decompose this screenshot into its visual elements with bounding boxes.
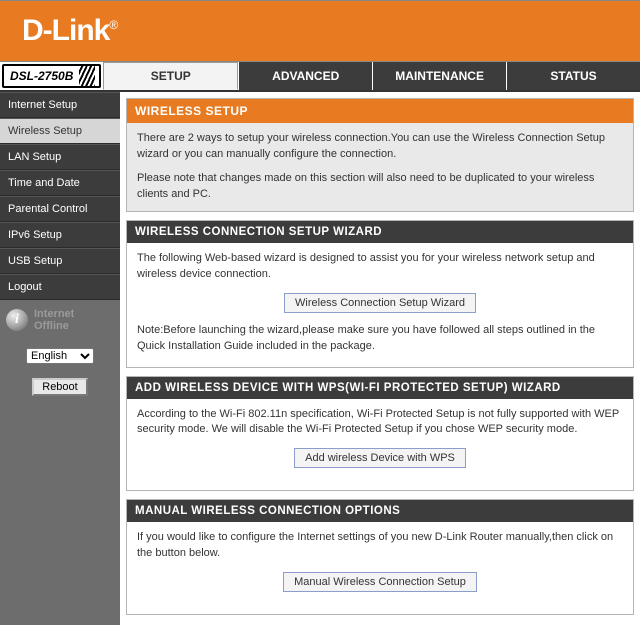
section-wizard: WIRELESS CONNECTION SETUP WIZARD The fol… [126, 220, 634, 368]
top-bar: DSL-2750B SETUP ADVANCED MAINTENANCE STA… [0, 62, 640, 92]
sidebar-item-usb[interactable]: USB Setup [0, 248, 120, 274]
internet-status: i Internet Offline [0, 300, 120, 340]
section-manual-title: MANUAL WIRELESS CONNECTION OPTIONS [127, 500, 633, 522]
section-manual-body: If you would like to configure the Inter… [127, 522, 633, 614]
section-wps-body: According to the Wi-Fi 802.11n specifica… [127, 399, 633, 491]
status-line1: Internet [34, 308, 74, 320]
tab-status[interactable]: STATUS [506, 62, 640, 90]
intro-p2: Please note that changes made on this se… [137, 171, 623, 203]
sidebar-item-logout[interactable]: Logout [0, 274, 120, 300]
intro-p1: There are 2 ways to setup your wireless … [137, 131, 623, 163]
intro-body: There are 2 ways to setup your wireless … [127, 123, 633, 211]
wps-btn-row: Add wireless Device with WPS [137, 448, 623, 468]
section-manual: MANUAL WIRELESS CONNECTION OPTIONS If yo… [126, 499, 634, 615]
tab-maintenance[interactable]: MAINTENANCE [372, 62, 506, 90]
sidebar-item-internet[interactable]: Internet Setup [0, 92, 120, 118]
intro-title: WIRELESS SETUP [127, 99, 633, 123]
wizard-p1: The following Web-based wizard is design… [137, 251, 623, 283]
model-badge: DSL-2750B [2, 64, 101, 88]
section-wizard-body: The following Web-based wizard is design… [127, 243, 633, 367]
manual-p1: If you would like to configure the Inter… [137, 530, 623, 562]
language-select[interactable]: English [26, 348, 94, 364]
banner: D-Link® [0, 0, 640, 62]
status-text: Internet Offline [34, 308, 74, 332]
wireless-wizard-button[interactable]: Wireless Connection Setup Wizard [284, 293, 476, 313]
section-wps: ADD WIRELESS DEVICE WITH WPS(WI-FI PROTE… [126, 376, 634, 492]
wps-p1: According to the Wi-Fi 802.11n specifica… [137, 407, 623, 439]
top-tabs: SETUP ADVANCED MAINTENANCE STATUS [103, 62, 640, 90]
sidebar: Internet Setup Wireless Setup LAN Setup … [0, 92, 120, 625]
sidebar-item-parental[interactable]: Parental Control [0, 196, 120, 222]
sidebar-item-ipv6[interactable]: IPv6 Setup [0, 222, 120, 248]
brand-logo: D-Link® [22, 14, 118, 48]
status-line2: Offline [34, 320, 74, 332]
sidebar-controls: English Reboot [0, 340, 120, 400]
tab-advanced[interactable]: ADVANCED [238, 62, 372, 90]
section-wizard-title: WIRELESS CONNECTION SETUP WIZARD [127, 221, 633, 243]
model-slash-icon [79, 66, 95, 86]
sidebar-item-lan[interactable]: LAN Setup [0, 144, 120, 170]
sidebar-filler [0, 400, 120, 625]
reboot-button[interactable]: Reboot [32, 378, 87, 396]
wizard-btn-row: Wireless Connection Setup Wizard [137, 293, 623, 313]
section-wps-title: ADD WIRELESS DEVICE WITH WPS(WI-FI PROTE… [127, 377, 633, 399]
wizard-p2: Note:Before launching the wizard,please … [137, 323, 623, 355]
main-area: Internet Setup Wireless Setup LAN Setup … [0, 92, 640, 625]
info-icon: i [6, 309, 28, 331]
intro-panel: WIRELESS SETUP There are 2 ways to setup… [126, 98, 634, 212]
tab-setup[interactable]: SETUP [103, 62, 238, 90]
sidebar-item-time[interactable]: Time and Date [0, 170, 120, 196]
content: WIRELESS SETUP There are 2 ways to setup… [120, 92, 640, 625]
add-wps-button[interactable]: Add wireless Device with WPS [294, 448, 466, 468]
logo-text: D-Link [22, 14, 109, 47]
manual-wireless-button[interactable]: Manual Wireless Connection Setup [283, 572, 477, 592]
logo-reg: ® [109, 18, 118, 32]
manual-btn-row: Manual Wireless Connection Setup [137, 572, 623, 592]
sidebar-item-wireless[interactable]: Wireless Setup [0, 118, 120, 144]
router-admin-page: D-Link® DSL-2750B SETUP ADVANCED MAINTEN… [0, 0, 640, 625]
model-label: DSL-2750B [10, 69, 73, 83]
